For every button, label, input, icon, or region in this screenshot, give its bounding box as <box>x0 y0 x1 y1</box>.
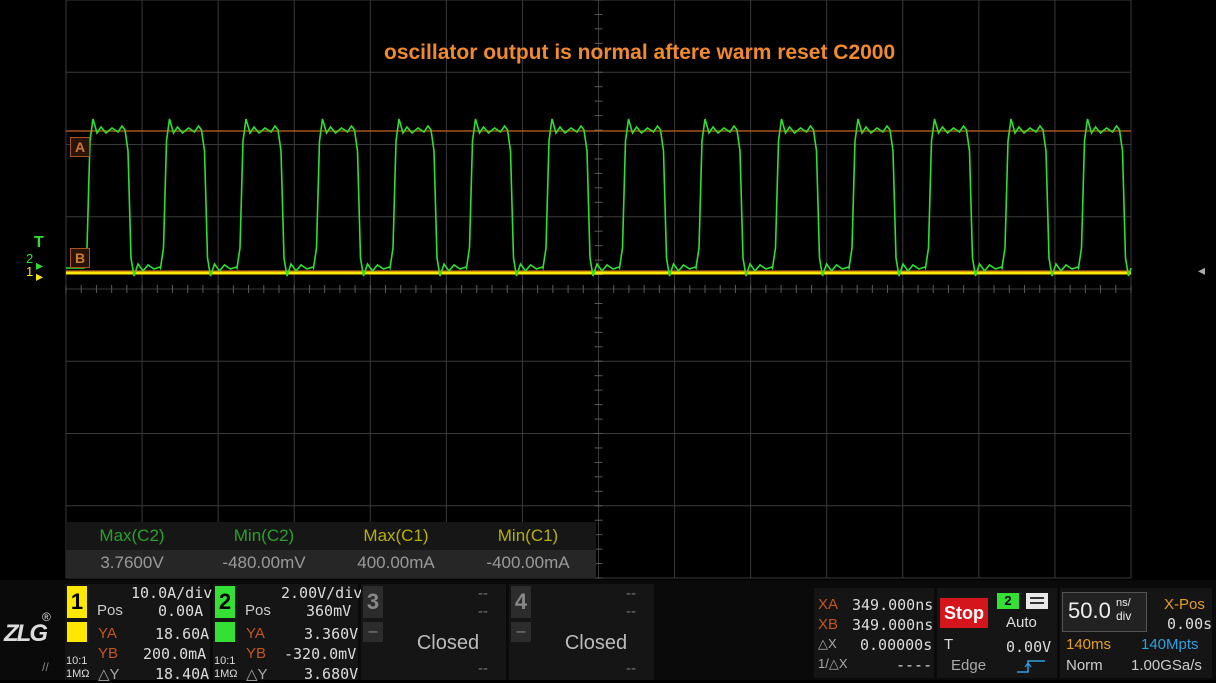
trigger-level-marker[interactable]: T <box>34 234 44 252</box>
cursor-dx-value: 0.00000s <box>860 636 933 654</box>
ch1-dy-label: △Y <box>98 666 120 683</box>
cursor-xb-value: 349.000ns <box>852 616 934 634</box>
memory-depth[interactable]: 140Mpts <box>1141 636 1199 653</box>
ch2-select-button[interactable]: 2 <box>215 586 235 618</box>
ch4-select-button[interactable]: 4 <box>511 586 531 618</box>
ch2-ya-value: 3.360V <box>304 625 359 643</box>
waveform-display <box>65 0 1132 579</box>
cursor-a-marker[interactable]: A <box>70 137 90 157</box>
ch4-status: Closed <box>564 632 628 654</box>
ch2-dy-label: △Y <box>246 666 268 683</box>
ch1-ya-value: 18.60A <box>155 625 210 643</box>
ch2-yb-label: YB <box>246 645 267 662</box>
ch4-dash: -- <box>626 660 636 677</box>
ch2-yb-value: -320.0mV <box>284 645 357 663</box>
measurement-value: 400.00mA <box>357 553 435 572</box>
cursor-inv-label: 1/△X <box>818 656 848 671</box>
ch3-dash: -- <box>478 660 488 677</box>
trigger-coupling-glyph <box>1030 597 1044 604</box>
acquisition-mode[interactable]: Norm <box>1066 657 1103 674</box>
ch1-scale[interactable]: 10.0A/div <box>131 584 212 602</box>
timebase-unit-top: ns/ <box>1116 597 1131 609</box>
ch3-select-button[interactable]: 3 <box>363 586 383 618</box>
timebase-unit-bottom: div <box>1116 609 1132 623</box>
measurement-label: Min(C1) <box>497 526 559 545</box>
cursor-xb-label: XB <box>818 616 839 633</box>
ch2-coupling-icon[interactable] <box>215 622 235 642</box>
ch1-yb-value: 200.0mA <box>143 645 207 663</box>
measurement-value: -480.00mV <box>222 553 306 572</box>
measurement-label: Max(C1) <box>363 526 429 545</box>
ch1-coupling-icon[interactable] <box>67 622 87 642</box>
cursor-b-marker[interactable]: B <box>70 248 90 268</box>
ch3-status: Closed <box>416 632 480 654</box>
record-length: 140ms <box>1066 636 1112 653</box>
measurement-label: Max(C2) <box>99 526 165 545</box>
ch3-dash: -- <box>478 585 488 602</box>
resize-grip-icon: // <box>42 660 49 674</box>
ch4-dash: -- <box>626 585 636 602</box>
ch1-select-button[interactable]: 1 <box>67 586 87 618</box>
ch2-scale[interactable]: 2.00V/div <box>281 584 362 602</box>
ch2-ya-label: YA <box>246 625 265 642</box>
ch2-pos-value[interactable]: 360mV <box>306 602 351 620</box>
rising-edge-icon <box>1016 659 1046 673</box>
ch2-pos-label: Pos <box>245 602 271 619</box>
ch1-dy-value: 18.40A <box>155 665 210 683</box>
ch4-coupling-icon[interactable]: – <box>511 622 531 642</box>
ch1-pos-value[interactable]: 0.00A <box>158 602 203 620</box>
ch1-pos-label: Pos <box>97 602 123 619</box>
trigger-t-label: T <box>944 636 954 653</box>
ch2-dy-value: 3.680V <box>304 665 359 683</box>
measurement-value: 3.7600V <box>100 553 164 572</box>
trigger-source-badge[interactable]: 2 <box>997 593 1019 609</box>
offset-arrow-icon: ▸ <box>36 268 44 284</box>
cursor-xa-label: XA <box>818 596 839 613</box>
trigger-type[interactable]: Edge <box>951 657 986 674</box>
sample-rate: 1.00GSa/s <box>1131 657 1202 674</box>
measurement-label: Min(C2) <box>233 526 295 545</box>
ch3-dash: -- <box>478 603 488 620</box>
xpos-label: X-Pos <box>1164 596 1205 613</box>
cursor-inv-value: ---- <box>896 656 933 674</box>
xpos-value[interactable]: 0.00s <box>1167 615 1212 633</box>
waveform-annotation: oscillator output is normal aftere warm … <box>384 41 896 64</box>
ch4-dash: -- <box>626 603 636 620</box>
timebase-value[interactable]: 50.0 <box>1068 598 1111 624</box>
ch2-probe[interactable]: 10:1 <box>214 655 235 667</box>
ch1-probe[interactable]: 10:1 <box>66 655 87 667</box>
ch1-offset-marker[interactable]: 1 <box>26 264 33 279</box>
trigger-mode[interactable]: Auto <box>1006 614 1037 631</box>
ch2-impedance[interactable]: 1MΩ <box>214 668 238 680</box>
cursor-dx-label: △X <box>818 636 837 651</box>
run-stop-button[interactable]: Stop <box>940 598 988 628</box>
collapse-panel-icon[interactable]: ◂ <box>1198 262 1205 279</box>
brand-logo: ZLG <box>4 620 48 647</box>
ch1-impedance[interactable]: 1MΩ <box>66 668 90 680</box>
cursor-xa-value: 349.000ns <box>852 596 934 614</box>
trigger-level[interactable]: 0.00V <box>1006 638 1051 656</box>
ch1-yb-label: YB <box>98 645 119 662</box>
ch3-coupling-icon[interactable]: – <box>363 622 383 642</box>
measurement-value: -400.00mA <box>486 553 570 572</box>
registered-icon: ® <box>42 610 51 624</box>
ch1-ya-label: YA <box>98 625 117 642</box>
oscilloscope-screen: A B T 2 1 ▸ ▸ ◂ oscillator output is nor… <box>0 0 1216 683</box>
